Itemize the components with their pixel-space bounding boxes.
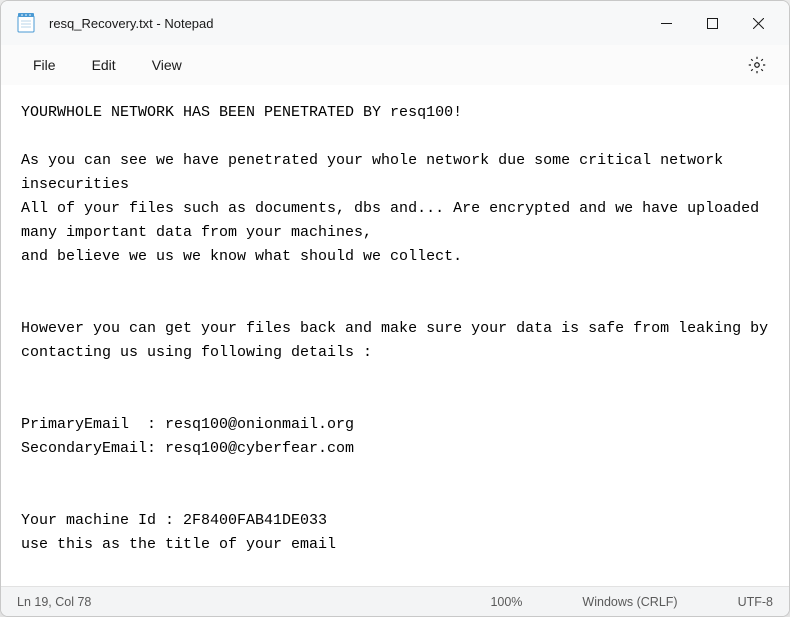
titlebar: resq_Recovery.txt - Notepad <box>1 1 789 45</box>
maximize-button[interactable] <box>689 7 735 39</box>
minimize-icon <box>661 18 672 29</box>
statusbar: Ln 19, Col 78 100% Windows (CRLF) UTF-8 <box>1 586 789 616</box>
close-icon <box>753 18 764 29</box>
window-controls <box>643 7 781 39</box>
settings-button[interactable] <box>739 47 775 83</box>
gear-icon <box>748 56 766 74</box>
menubar: File Edit View <box>1 45 789 85</box>
menu-file[interactable]: File <box>15 49 74 81</box>
minimize-button[interactable] <box>643 7 689 39</box>
editor-area[interactable]: YOURWHOLE NETWORK HAS BEEN PENETRATED BY… <box>1 85 789 586</box>
menu-edit[interactable]: Edit <box>74 49 134 81</box>
menu-view[interactable]: View <box>134 49 200 81</box>
editor-content: YOURWHOLE NETWORK HAS BEEN PENETRATED BY… <box>21 104 777 586</box>
status-zoom: 100% <box>490 595 522 609</box>
notepad-icon <box>17 13 35 33</box>
maximize-icon <box>707 18 718 29</box>
status-position: Ln 19, Col 78 <box>17 595 121 609</box>
close-button[interactable] <box>735 7 781 39</box>
status-encoding: UTF-8 <box>738 595 773 609</box>
window-title: resq_Recovery.txt - Notepad <box>49 16 643 31</box>
notepad-window: resq_Recovery.txt - Notepad File Ed <box>0 0 790 617</box>
status-line-ending: Windows (CRLF) <box>582 595 677 609</box>
